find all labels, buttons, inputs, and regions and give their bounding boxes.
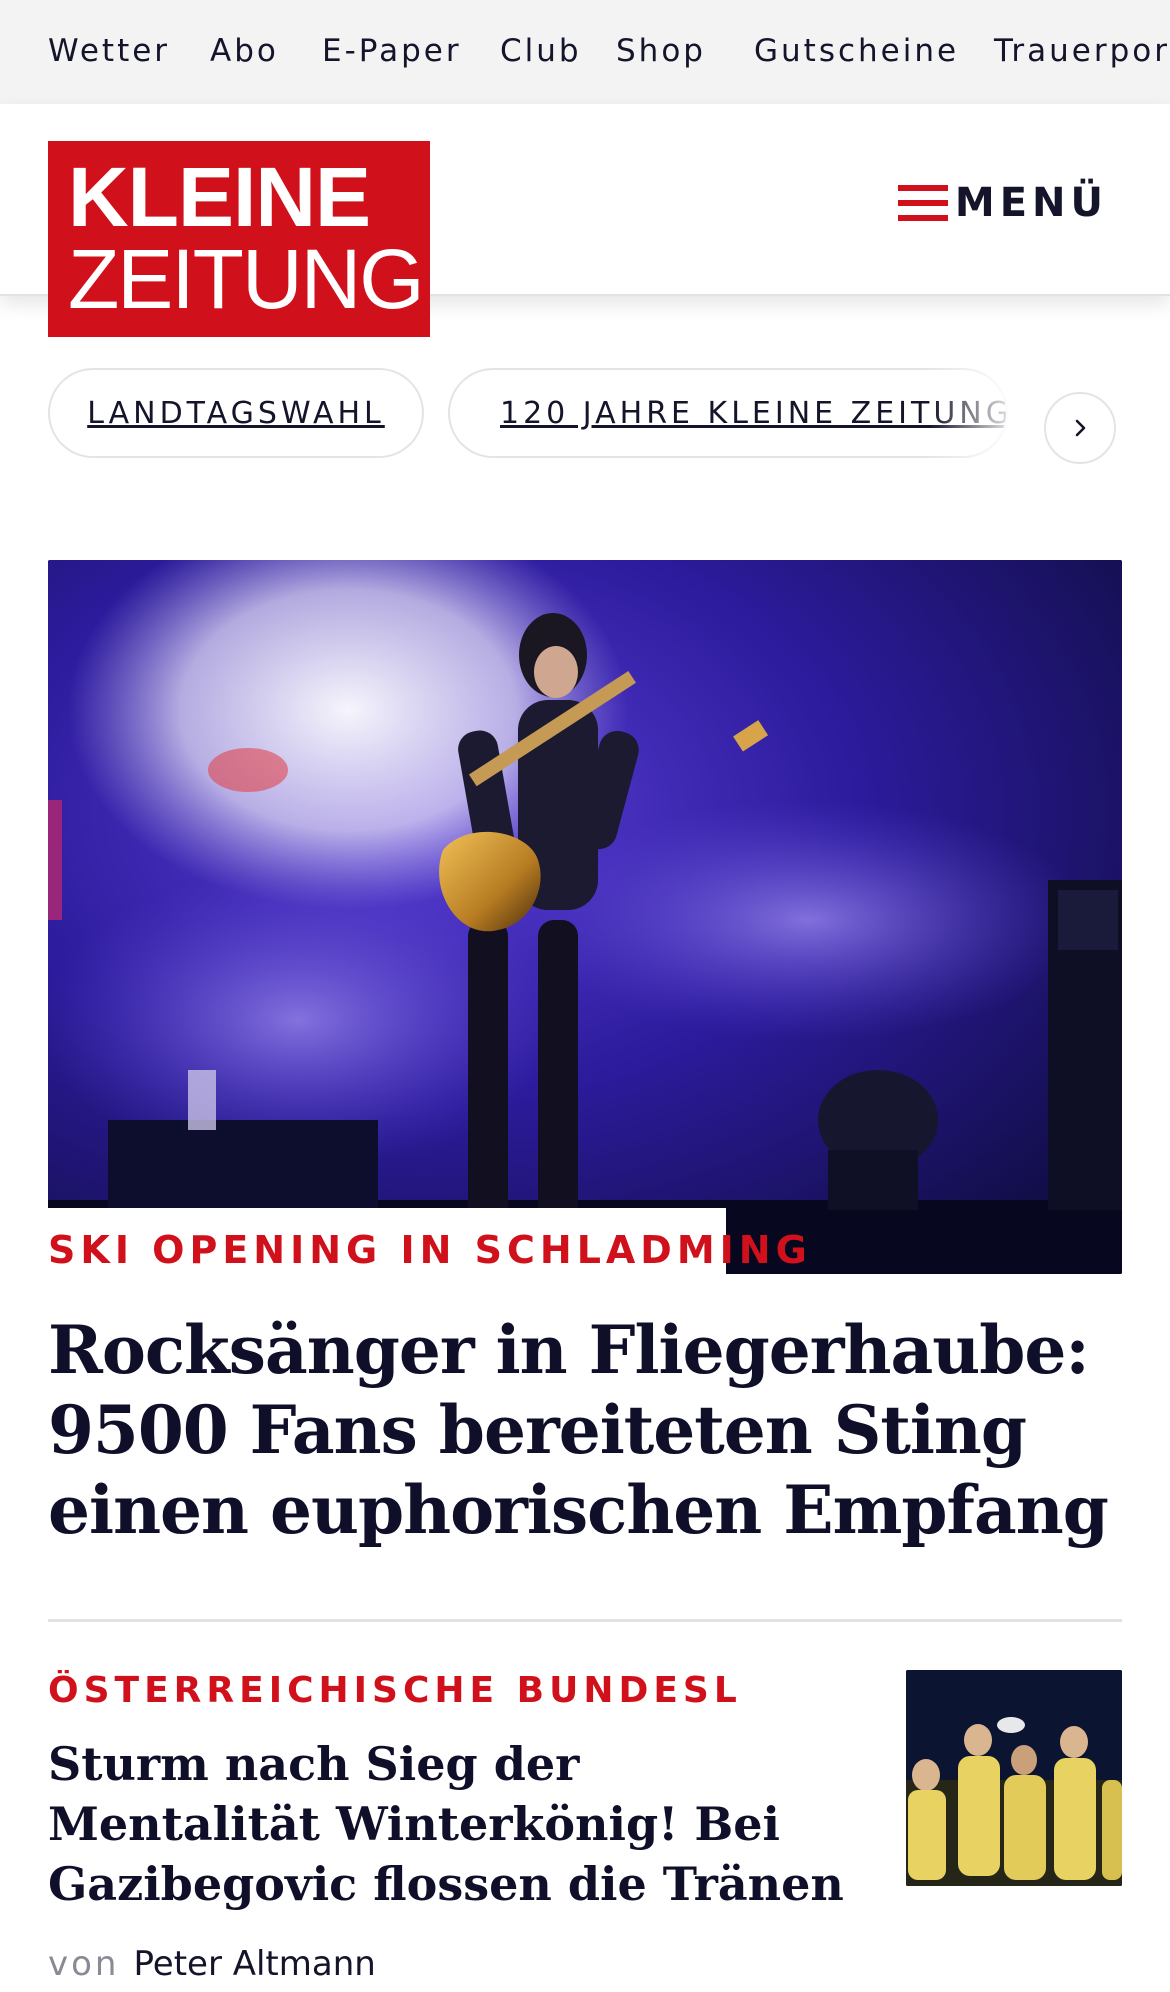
logo-line-1: KLEINE: [68, 150, 371, 244]
second-article-headline[interactable]: Sturm nach Sieg der Mentalität Winterkön…: [48, 1734, 848, 1914]
menu-button[interactable]: MENÜ: [898, 168, 1108, 238]
site-logo[interactable]: KLEINE ZEITUNG: [48, 141, 430, 337]
author-link[interactable]: Peter Altmann: [133, 1944, 375, 1984]
topnav-link-wetter[interactable]: Wetter: [48, 33, 170, 69]
article-divider: [48, 1619, 1122, 1622]
chevron-right-icon: [1075, 419, 1086, 437]
topnav-link-abo[interactable]: Abo: [210, 33, 279, 69]
lead-article-kicker: SKI OPENING IN SCHLADMING: [48, 1228, 812, 1272]
topnav-link-epaper[interactable]: E-Paper: [322, 33, 462, 69]
lead-article-image[interactable]: [48, 560, 1122, 1274]
topnav-link-club[interactable]: Club: [500, 33, 582, 69]
lead-article-headline[interactable]: Rocksänger in Fliegerhaube: 9500 Fans be…: [48, 1310, 1109, 1550]
top-navigation: Wetter Abo E-Paper Club Shop Gutscheine …: [0, 0, 1170, 104]
topic-chips: LANDTAGSWAHL 120 JAHRE KLEINE ZEITUNG: [0, 368, 1170, 484]
concert-photo: [48, 560, 1122, 1274]
football-team-photo: [906, 1670, 1122, 1886]
logo-line-2: ZEITUNG: [68, 232, 425, 326]
topnav-link-gutscheine[interactable]: Gutscheine: [754, 33, 959, 69]
topnav-link-shop[interactable]: Shop: [616, 33, 706, 69]
second-article-byline: von Peter Altmann: [48, 1944, 376, 1984]
chips-next-button[interactable]: [1044, 392, 1116, 464]
site-header: KLEINE ZEITUNG MENÜ: [0, 104, 1170, 337]
menu-label: MENÜ: [954, 180, 1108, 226]
topnav-link-trauerportal[interactable]: Trauerportal: [994, 33, 1170, 69]
second-article-kicker: ÖSTERREICHISCHE BUNDESLI…: [48, 1670, 738, 1711]
second-article-thumbnail[interactable]: [906, 1670, 1122, 1886]
hamburger-icon: [898, 185, 948, 221]
topic-chip-landtagswahl[interactable]: LANDTAGSWAHL: [48, 368, 424, 458]
chips-fade: [930, 368, 1020, 484]
topic-chip-120-jahre[interactable]: 120 JAHRE KLEINE ZEITUNG: [448, 368, 1008, 458]
byline-prefix: von: [48, 1944, 120, 1984]
